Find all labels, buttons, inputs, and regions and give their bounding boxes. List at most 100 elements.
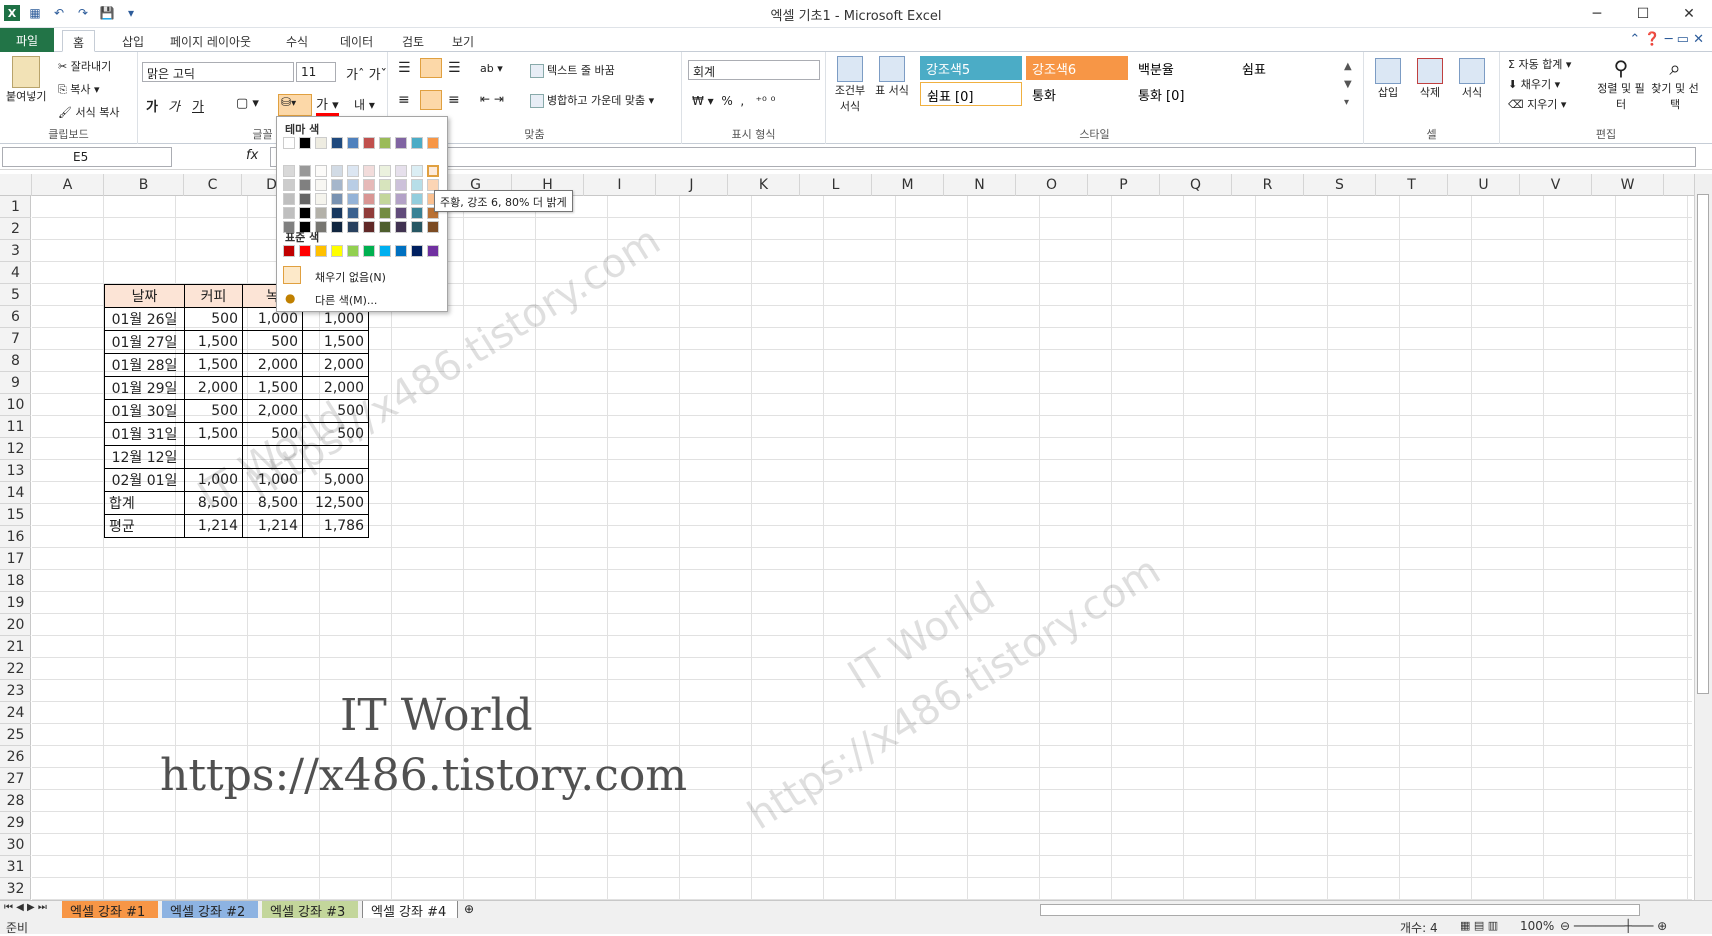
tab-review[interactable]: 검토 [392, 30, 434, 52]
standard-color-swatch[interactable] [363, 245, 375, 257]
theme-color-swatch[interactable] [315, 193, 327, 205]
theme-color-swatch[interactable] [379, 179, 391, 191]
border-button[interactable]: ▢ ▾ [236, 96, 259, 111]
column-header[interactable]: P [1088, 174, 1160, 196]
new-sheet-icon[interactable]: ⊕ [464, 902, 474, 916]
orientation-icon[interactable]: ab ▾ [480, 62, 503, 75]
cut-button[interactable]: ✂ 잘라내기 [58, 58, 111, 74]
theme-color-swatch[interactable] [363, 179, 375, 191]
column-header[interactable]: L [800, 174, 872, 196]
table-cell[interactable]: 12월 12일 [104, 445, 185, 469]
table-cell[interactable]: 평균 [104, 514, 185, 538]
row-header[interactable]: 22 [0, 658, 31, 680]
wrap-text-button[interactable]: 텍스트 줄 바꿈 [530, 62, 615, 78]
table-cell[interactable]: 합계 [104, 491, 185, 515]
column-header[interactable]: V [1520, 174, 1592, 196]
theme-color-swatch[interactable] [411, 137, 423, 149]
view-mode-icons[interactable]: ▦ ▤ ▥ [1460, 919, 1498, 932]
tab-page-layout[interactable]: 페이지 레이아웃 [160, 30, 261, 52]
find-select-button[interactable]: ⌕ 찾기 및 선택 [1650, 56, 1700, 112]
sheet-nav-icon[interactable]: ⏮ ◀ ▶ ⏭ [4, 902, 47, 913]
theme-color-swatch[interactable] [331, 221, 343, 233]
row-header[interactable]: 2 [0, 218, 31, 240]
standard-color-swatch[interactable] [395, 245, 407, 257]
paste-button[interactable]: 붙여넣기 [6, 56, 46, 104]
phonetic-button[interactable]: 내 ▾ [354, 96, 375, 113]
standard-color-swatch[interactable] [283, 245, 295, 257]
close-button[interactable]: ✕ [1666, 0, 1712, 28]
number-format-select[interactable]: 회계 [688, 60, 820, 80]
formula-input[interactable] [270, 147, 1696, 167]
row-header[interactable]: 23 [0, 680, 31, 702]
table-cell[interactable]: 1,214 [242, 514, 303, 538]
table-cell[interactable]: 01월 31일 [104, 422, 185, 446]
format-painter-button[interactable]: 🖌 서식 복사 [58, 104, 119, 120]
theme-color-swatch[interactable] [395, 179, 407, 191]
theme-color-swatch[interactable] [299, 207, 311, 219]
theme-color-swatch[interactable] [347, 179, 359, 191]
theme-color-swatch[interactable] [395, 165, 407, 177]
tab-file[interactable]: 파일 [0, 28, 54, 52]
table-cell[interactable]: 2,000 [302, 353, 369, 377]
top-align-icon[interactable]: ☰ [398, 60, 411, 76]
column-header[interactable]: K [728, 174, 800, 196]
theme-color-swatch[interactable] [363, 221, 375, 233]
theme-color-swatch[interactable] [299, 179, 311, 191]
theme-color-swatch[interactable] [427, 165, 439, 177]
theme-color-swatch[interactable] [331, 137, 343, 149]
theme-color-swatch[interactable] [363, 193, 375, 205]
copy-button[interactable]: ⎘ 복사 ▾ [58, 81, 100, 97]
theme-color-swatch[interactable] [299, 165, 311, 177]
theme-color-swatch[interactable] [395, 207, 407, 219]
tab-insert[interactable]: 삽입 [112, 30, 154, 52]
theme-color-swatch[interactable] [347, 221, 359, 233]
theme-color-swatch[interactable] [379, 193, 391, 205]
theme-color-swatch[interactable] [379, 221, 391, 233]
column-header[interactable]: N [944, 174, 1016, 196]
left-align-icon[interactable]: ≡ [398, 92, 410, 108]
maximize-button[interactable]: ☐ [1620, 0, 1666, 28]
header-cell[interactable]: 날짜 [104, 284, 185, 308]
row-header[interactable]: 4 [0, 262, 31, 284]
theme-color-swatch[interactable] [315, 179, 327, 191]
row-header[interactable]: 1 [0, 196, 31, 218]
column-header[interactable]: T [1376, 174, 1448, 196]
theme-color-swatch[interactable] [331, 193, 343, 205]
table-cell[interactable]: 1,500 [184, 330, 243, 354]
table-cell[interactable]: 1,500 [302, 330, 369, 354]
zoom-slider[interactable]: ⊖ ───────┼─── ⊕ [1560, 919, 1667, 933]
row-header[interactable]: 25 [0, 724, 31, 746]
row-header[interactable]: 14 [0, 482, 31, 504]
more-colors-option[interactable]: ● 다른 색(M)... [281, 289, 443, 309]
theme-color-swatch[interactable] [315, 137, 327, 149]
row-header[interactable]: 9 [0, 372, 31, 394]
row-header[interactable]: 24 [0, 702, 31, 724]
row-header[interactable]: 17 [0, 548, 31, 570]
theme-color-swatch[interactable] [395, 137, 407, 149]
fx-icon[interactable]: fx [246, 148, 258, 163]
sheet-tab-2[interactable]: 엑셀 강좌 #2 [162, 901, 258, 920]
sheet-tab-1[interactable]: 엑셀 강좌 #1 [62, 901, 158, 920]
theme-color-swatch[interactable] [299, 193, 311, 205]
zoom-level[interactable]: 100% [1520, 919, 1554, 933]
row-header[interactable]: 29 [0, 812, 31, 834]
column-header[interactable]: Q [1160, 174, 1232, 196]
tab-data[interactable]: 데이터 [330, 30, 383, 52]
row-header[interactable]: 16 [0, 526, 31, 548]
font-color-button[interactable]: 가 ▾ [316, 94, 339, 116]
row-header[interactable]: 8 [0, 350, 31, 372]
font-size-select[interactable]: 11 [296, 62, 336, 82]
table-cell[interactable]: 01월 28일 [104, 353, 185, 377]
row-header[interactable]: 10 [0, 394, 31, 416]
table-cell[interactable]: 01월 27일 [104, 330, 185, 354]
theme-color-swatch[interactable] [347, 207, 359, 219]
table-cell[interactable]: 1,500 [184, 422, 243, 446]
theme-color-swatch[interactable] [411, 179, 423, 191]
column-header[interactable]: C [184, 174, 242, 196]
standard-color-swatch[interactable] [315, 245, 327, 257]
theme-color-swatch[interactable] [363, 137, 375, 149]
theme-color-swatch[interactable] [427, 221, 439, 233]
row-header[interactable]: 7 [0, 328, 31, 350]
merge-center-button[interactable]: 병합하고 가운데 맞춤 ▾ [530, 92, 654, 108]
table-cell[interactable]: 500 [242, 330, 303, 354]
